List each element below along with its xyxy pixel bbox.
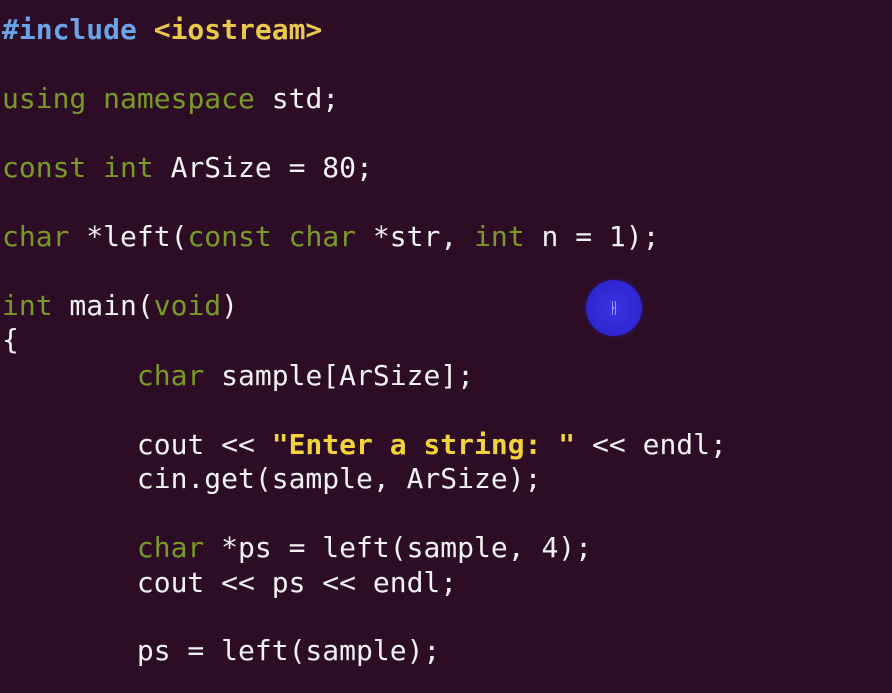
code-token: cin.get(sample, ArSize);: [2, 462, 542, 495]
code-token: *left(: [69, 220, 188, 253]
code-token: std;: [254, 82, 340, 115]
code-line: char *left(const char *str, int n = 1);: [2, 220, 660, 254]
code-token: char: [136, 531, 205, 564]
code-token: void: [153, 289, 222, 322]
code-token: char: [2, 220, 70, 253]
code-line: const int ArSize = 80;: [2, 151, 373, 185]
code-token: #include: [2, 13, 137, 46]
code-line: cout << ps << endl;: [2, 566, 457, 600]
code-token: int: [2, 289, 53, 322]
code-token: int: [103, 151, 154, 184]
code-token: cout << ps << endl;: [2, 566, 458, 599]
code-token: << endl;: [575, 428, 727, 461]
code-token: <iostream>: [153, 13, 323, 46]
code-line: cout << "Enter a string: " << endl;: [2, 428, 727, 462]
code-line: int main(void): [2, 289, 238, 323]
code-token: n = 1);: [524, 220, 660, 253]
code-line: {: [2, 323, 19, 357]
code-editor[interactable]: #include <iostream> using namespace std;…: [0, 0, 892, 693]
code-token: {: [2, 323, 19, 356]
code-token: ps = left(sample);: [2, 634, 441, 667]
code-token: const: [187, 220, 272, 253]
code-line: cin.get(sample, ArSize);: [2, 462, 542, 496]
code-token: using: [2, 82, 87, 115]
ibeam-cursor-icon: [586, 280, 642, 336]
code-token: char: [136, 359, 205, 392]
code-token: sample[ArSize];: [204, 359, 475, 392]
code-token: "Enter a string: ": [271, 428, 576, 461]
code-token: cout <<: [2, 428, 272, 461]
code-token: ArSize = 80;: [153, 151, 373, 184]
code-token: main(: [52, 289, 154, 322]
code-token: const: [2, 151, 87, 184]
code-token: int: [474, 220, 525, 253]
code-line: using namespace std;: [2, 82, 339, 116]
code-line: #include <iostream>: [2, 13, 322, 47]
code-token: namespace: [103, 82, 255, 115]
ibeam-glyph: [612, 301, 616, 315]
code-line: char sample[ArSize];: [2, 359, 474, 393]
code-token: *str,: [356, 220, 475, 253]
code-line: ps = left(sample);: [2, 634, 440, 668]
code-token: ): [221, 289, 239, 322]
code-line: char *ps = left(sample, 4);: [2, 531, 592, 565]
code-token: *ps = left(sample, 4);: [204, 531, 593, 564]
code-token: char: [288, 220, 357, 253]
